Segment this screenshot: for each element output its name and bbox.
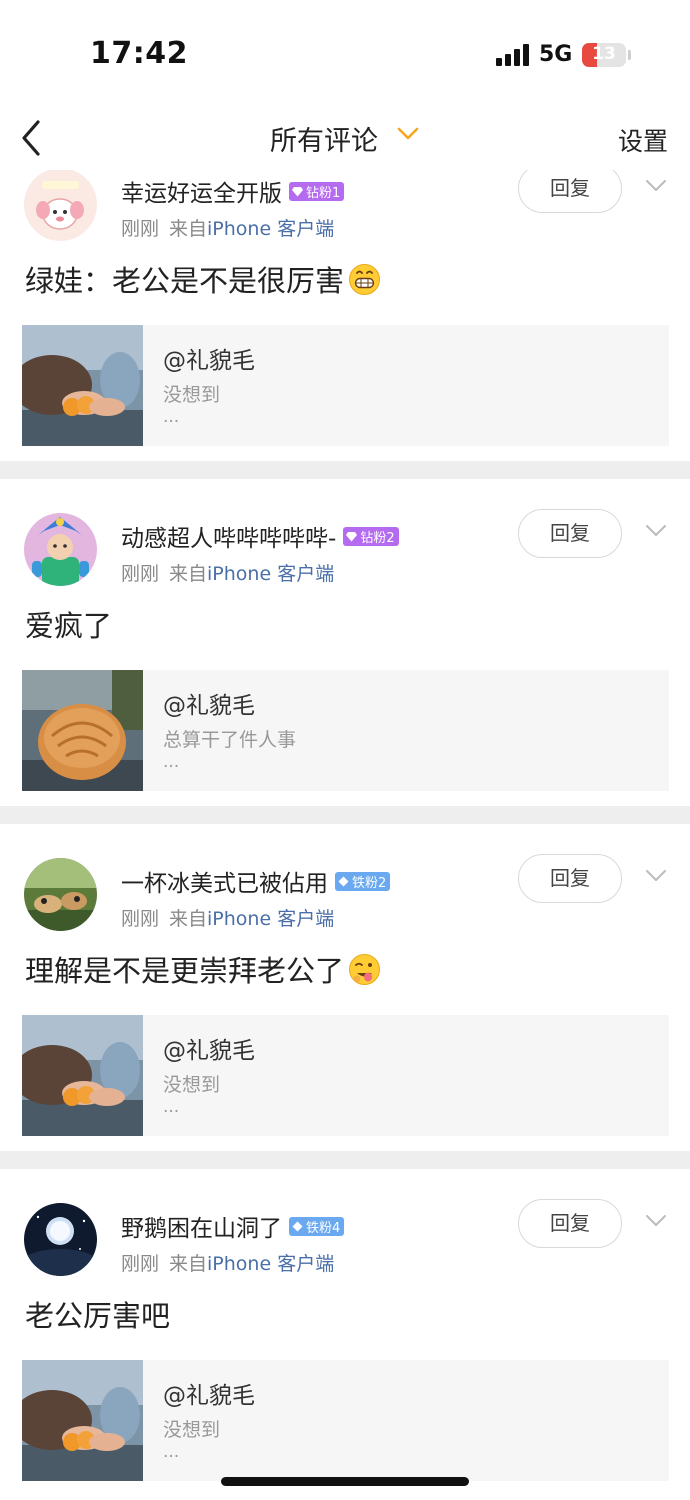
quoted-post[interactable]: @礼貌毛 没想到 ... [22,1015,669,1136]
quoted-text: 没想到 [163,1419,221,1441]
quoted-text: 没想到 [163,384,221,406]
username-row: 动感超人哔哔哔哔哔- 钻粉2 [121,519,399,553]
source-prefix: 来自 [169,218,208,240]
quoted-post-thumbnail [22,325,143,446]
device-link[interactable]: iPhone 客户端 [207,563,334,585]
chevron-down-icon[interactable] [645,868,667,882]
quoted-ellipsis: ... [163,407,180,427]
battery-tip [628,50,631,60]
quoted-user[interactable]: @礼貌毛 [163,1376,255,1410]
comment-time: 刚刚 [121,218,160,240]
battery-icon: 13 [582,43,626,67]
fan-badge-label: 铁粉4 [306,1220,341,1236]
page-title[interactable]: 所有评论 [270,119,378,158]
chevron-down-icon[interactable] [396,126,420,142]
device-link[interactable]: iPhone 客户端 [207,908,334,930]
comment-text: 绿娃：老公是不是很厉害 [25,264,345,298]
status-bar: 17:42 5G 13 [0,0,690,110]
diamond-icon [292,186,303,196]
comment-content: 爱疯了 [25,603,112,645]
reply-button[interactable]: 回复 [518,854,622,903]
section-divider [0,461,690,479]
fan-badge[interactable]: 铁粉2 [335,871,391,891]
chevron-down-icon[interactable] [645,178,667,192]
nav-bar: 所有评论 设置 [0,110,690,170]
quoted-user[interactable]: @礼貌毛 [163,686,255,720]
quoted-user[interactable]: @礼貌毛 [163,1031,255,1065]
comment-item: 一杯冰美式已被佔用 铁粉2 刚刚 来自iPhone 客户端 回复 理解是不是更崇拜… [0,824,690,1151]
quoted-user[interactable]: @礼貌毛 [163,341,255,375]
back-arrow-icon[interactable] [18,116,48,160]
battery-level: 13 [592,44,616,64]
reply-button[interactable]: 回复 [518,509,622,558]
diamond-icon [292,1221,303,1231]
comment-item: 动感超人哔哔哔哔哔- 钻粉2 刚刚 来自iPhone 客户端 回复 爱疯了 @礼… [0,479,690,806]
comment-item: 幸运好运全开版 钻粉1 刚刚 来自iPhone 客户端 回复 绿娃：老公是不是很厉… [0,170,690,461]
quoted-post[interactable]: @礼貌毛 总算干了件人事 ... [22,670,669,791]
status-time: 17:42 [90,36,188,71]
fan-badge[interactable]: 钻粉2 [343,526,399,546]
chevron-down-icon[interactable] [645,523,667,537]
signal-icon [496,44,530,66]
section-divider [0,1151,690,1169]
quoted-text: 没想到 [163,1074,221,1096]
comment-time: 刚刚 [121,563,160,585]
comment-item: 野鹅困在山洞了 铁粉4 刚刚 来自iPhone 客户端 回复 老公厉害吧 @礼貌… [0,1169,690,1496]
source-prefix: 来自 [169,563,208,585]
comment-list[interactable]: 幸运好运全开版 钻粉1 刚刚 来自iPhone 客户端 回复 绿娃：老公是不是很厉… [0,170,690,1500]
avatar[interactable] [24,513,97,586]
source-prefix: 来自 [169,1253,208,1275]
comment-content: 绿娃：老公是不是很厉害 [25,258,381,300]
home-indicator[interactable] [221,1477,469,1486]
username-row: 野鹅困在山洞了 铁粉4 [121,1209,345,1243]
section-divider [0,806,690,824]
reply-button[interactable]: 回复 [518,170,622,213]
quoted-post[interactable]: @礼貌毛 没想到 ... [22,325,669,446]
comment-text: 理解是不是更崇拜老公了 [25,954,345,988]
username[interactable]: 一杯冰美式已被佔用 [121,864,328,898]
avatar[interactable] [24,858,97,931]
fan-badge-label: 铁粉2 [352,875,387,891]
fan-badge[interactable]: 铁粉4 [289,1216,345,1236]
grin-emoji-icon [349,263,381,295]
comment-time: 刚刚 [121,1253,160,1275]
quoted-ellipsis: ... [163,1097,180,1117]
username[interactable]: 幸运好运全开版 [121,174,282,208]
reply-button[interactable]: 回复 [518,1199,622,1248]
quoted-post-thumbnail [22,1015,143,1136]
comment-content: 理解是不是更崇拜老公了 [25,948,381,990]
settings-button[interactable]: 设置 [618,122,668,158]
quoted-text: 总算干了件人事 [163,729,297,751]
avatar[interactable] [24,1203,97,1276]
quoted-ellipsis: ... [163,752,180,772]
source-prefix: 来自 [169,908,208,930]
quoted-post-thumbnail [22,670,143,791]
comment-text: 爱疯了 [25,609,113,643]
username[interactable]: 野鹅困在山洞了 [121,1209,282,1243]
diamond-icon [338,876,349,886]
fan-badge-label: 钻粉1 [306,185,341,201]
comment-text: 老公厉害吧 [25,1299,171,1333]
diamond-icon [346,531,358,541]
chevron-down-icon[interactable] [645,1213,667,1227]
username-row: 幸运好运全开版 钻粉1 [121,174,345,208]
comment-content: 老公厉害吧 [25,1293,170,1335]
wink-tongue-emoji-icon [349,953,381,985]
comment-time: 刚刚 [121,908,160,930]
comment-meta: 刚刚 来自iPhone 客户端 [121,214,334,241]
fan-badge-label: 钻粉2 [360,530,395,546]
quoted-ellipsis: ... [163,1442,180,1462]
comment-meta: 刚刚 来自iPhone 客户端 [121,1249,334,1276]
device-link[interactable]: iPhone 客户端 [207,218,334,240]
network-type: 5G [539,42,573,67]
device-link[interactable]: iPhone 客户端 [207,1253,334,1275]
avatar[interactable] [24,170,97,241]
username-row: 一杯冰美式已被佔用 铁粉2 [121,864,391,898]
username[interactable]: 动感超人哔哔哔哔哔- [121,519,336,553]
quoted-post[interactable]: @礼貌毛 没想到 ... [22,1360,669,1481]
comment-meta: 刚刚 来自iPhone 客户端 [121,559,334,586]
quoted-post-thumbnail [22,1360,143,1481]
comment-meta: 刚刚 来自iPhone 客户端 [121,904,334,931]
fan-badge[interactable]: 钻粉1 [289,181,345,201]
